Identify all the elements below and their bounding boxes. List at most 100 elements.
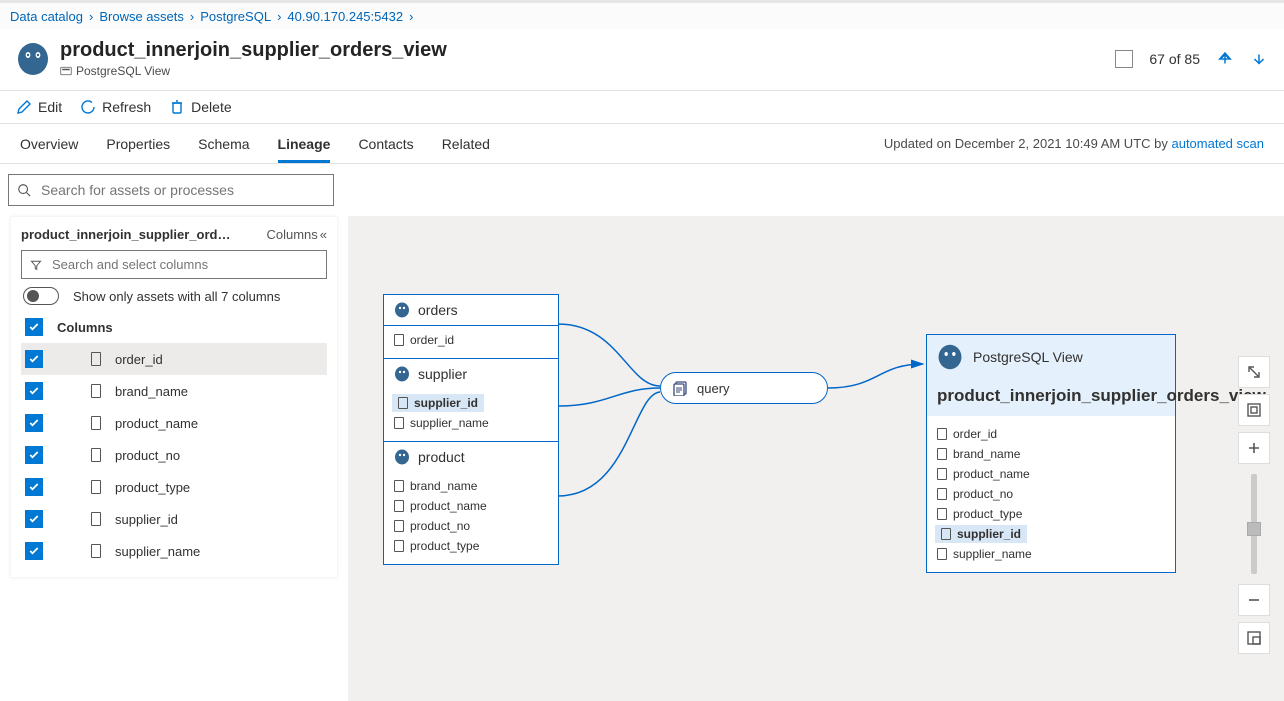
field-row[interactable]: supplier_name [384,413,558,433]
tab-overview[interactable]: Overview [20,126,78,162]
crumb-server[interactable]: 40.90.170.245:5432 [287,9,403,24]
column-icon [398,397,408,409]
field-row[interactable]: supplier_id [392,394,484,412]
updated-by-link[interactable]: automated scan [1171,136,1264,151]
column-checkbox[interactable] [25,542,43,560]
tab-related[interactable]: Related [442,126,490,162]
field-name: brand_name [953,447,1020,461]
column-icon [394,417,404,429]
column-icon [91,544,101,558]
column-checkbox[interactable] [25,510,43,528]
crumb-browse-assets[interactable]: Browse assets [99,9,184,24]
select-all-checkbox[interactable] [25,318,43,336]
tab-properties[interactable]: Properties [106,126,170,162]
column-name: product_name [115,416,198,431]
column-checkbox[interactable] [25,414,43,432]
zoom-slider[interactable] [1251,474,1257,574]
chevron-left-icon: « [320,227,327,242]
column-search-input[interactable] [50,256,318,273]
column-icon [941,528,951,540]
lineage-search[interactable] [8,174,334,206]
source-supplier-head[interactable]: supplier [384,358,558,389]
postgresql-icon [937,343,963,371]
source-product-head[interactable]: product [384,441,558,472]
column-row[interactable]: supplier_id [21,503,327,535]
destination-node[interactable]: PostgreSQL View product_innerjoin_suppli… [926,334,1176,573]
field-row[interactable]: product_name [927,464,1175,484]
field-row[interactable]: product_type [927,504,1175,524]
tab-contacts[interactable]: Contacts [358,126,413,162]
zoom-in-button[interactable] [1238,432,1270,464]
column-icon [91,448,101,462]
field-row[interactable]: product_type [384,536,558,556]
breadcrumb: Data catalog › Browse assets › PostgreSQ… [0,3,1284,29]
column-icon [937,468,947,480]
pager-label: 67 of 85 [1149,51,1200,67]
field-name: product_no [953,487,1013,501]
column-icon [937,488,947,500]
field-row[interactable]: product_name [384,496,558,516]
field-name: order_id [410,333,454,347]
column-checkbox[interactable] [25,382,43,400]
fullscreen-button[interactable] [1238,356,1270,388]
column-row[interactable]: supplier_name [21,535,327,567]
field-row[interactable]: order_id [384,330,558,350]
column-row[interactable]: product_name [21,407,327,439]
zoom-out-button[interactable] [1238,584,1270,616]
crumb-postgresql[interactable]: PostgreSQL [200,9,271,24]
show-only-toggle[interactable] [23,287,59,305]
collapse-columns[interactable]: Columns « [266,227,327,242]
lineage-canvas[interactable]: orders order_id supplier supplier_idsupp… [348,216,1284,701]
column-row[interactable]: product_no [21,439,327,471]
canvas-controls [1238,356,1270,654]
column-icon [937,548,947,560]
field-name: product_type [953,507,1022,521]
field-row[interactable]: supplier_name [927,544,1175,564]
next-asset-arrow[interactable] [1250,50,1268,68]
field-name: product_no [410,519,470,533]
delete-button[interactable]: Delete [169,99,231,115]
column-checkbox[interactable] [25,350,43,368]
column-row[interactable]: order_id [21,343,327,375]
field-row[interactable]: product_no [927,484,1175,504]
columns-panel: product_innerjoin_supplier_orders_v... C… [10,216,338,578]
field-row[interactable]: brand_name [927,444,1175,464]
tab-lineage[interactable]: Lineage [278,126,331,162]
crumb-data-catalog[interactable]: Data catalog [10,9,83,24]
refresh-button[interactable]: Refresh [80,99,151,115]
column-name: supplier_id [115,512,178,527]
column-checkbox[interactable] [25,478,43,496]
tab-schema[interactable]: Schema [198,126,249,162]
column-search[interactable] [21,250,327,279]
column-icon [91,512,101,526]
column-icon [394,540,404,552]
search-input[interactable] [39,181,325,199]
fit-button[interactable] [1238,394,1270,426]
column-row[interactable]: brand_name [21,375,327,407]
column-icon [394,520,404,532]
column-icon [394,480,404,492]
field-row[interactable]: brand_name [384,476,558,496]
field-row[interactable]: order_id [927,424,1175,444]
column-row[interactable]: product_type [21,471,327,503]
edit-button[interactable]: Edit [16,99,62,115]
select-asset-checkbox[interactable] [1115,50,1133,68]
field-row[interactable]: supplier_id [935,525,1027,543]
source-node[interactable]: orders order_id supplier supplier_idsupp… [383,294,559,565]
column-icon [91,416,101,430]
field-name: brand_name [410,479,477,493]
column-icon [394,500,404,512]
field-name: product_type [410,539,479,553]
column-checkbox[interactable] [25,446,43,464]
column-icon [91,352,101,366]
column-icon [937,428,947,440]
source-orders-head[interactable]: orders [384,295,558,326]
process-node[interactable]: query [660,372,828,404]
refresh-icon [80,99,96,115]
prev-asset-arrow[interactable] [1216,50,1234,68]
column-name: product_type [115,480,190,495]
field-row[interactable]: product_no [384,516,558,536]
column-icon [394,334,404,346]
panel-title: product_innerjoin_supplier_orders_v... [21,227,236,242]
minimap-button[interactable] [1238,622,1270,654]
